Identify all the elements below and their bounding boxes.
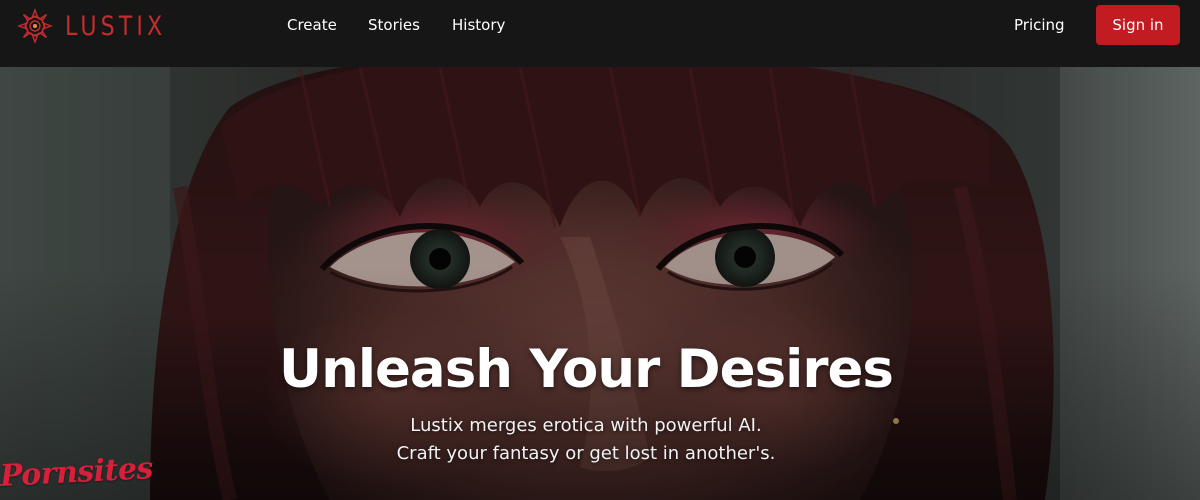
nav-pricing-link[interactable]: Pricing (1014, 16, 1065, 34)
hero-title: Unleash Your Desires (279, 339, 894, 400)
nav-create-link[interactable]: Create (287, 16, 337, 34)
sign-in-button[interactable]: Sign in (1096, 5, 1180, 45)
top-navbar: LUSTIX Create Stories History Pricing Si… (0, 0, 1200, 67)
nav-stories-link[interactable]: Stories (368, 16, 420, 34)
hero-subtitle-line-2: Craft your fantasy or get lost in anothe… (396, 443, 776, 464)
brand-name: LUSTIX (65, 10, 167, 42)
mandala-logo-icon (17, 8, 53, 44)
nav-history-link[interactable]: History (452, 16, 505, 34)
hero-subtitle-line-1: Lustix merges erotica with powerful AI. (410, 415, 762, 436)
hero-section: Unleash Your Desires Lustix merges eroti… (0, 67, 1200, 500)
brand-logo-link[interactable]: LUSTIX (17, 8, 189, 44)
